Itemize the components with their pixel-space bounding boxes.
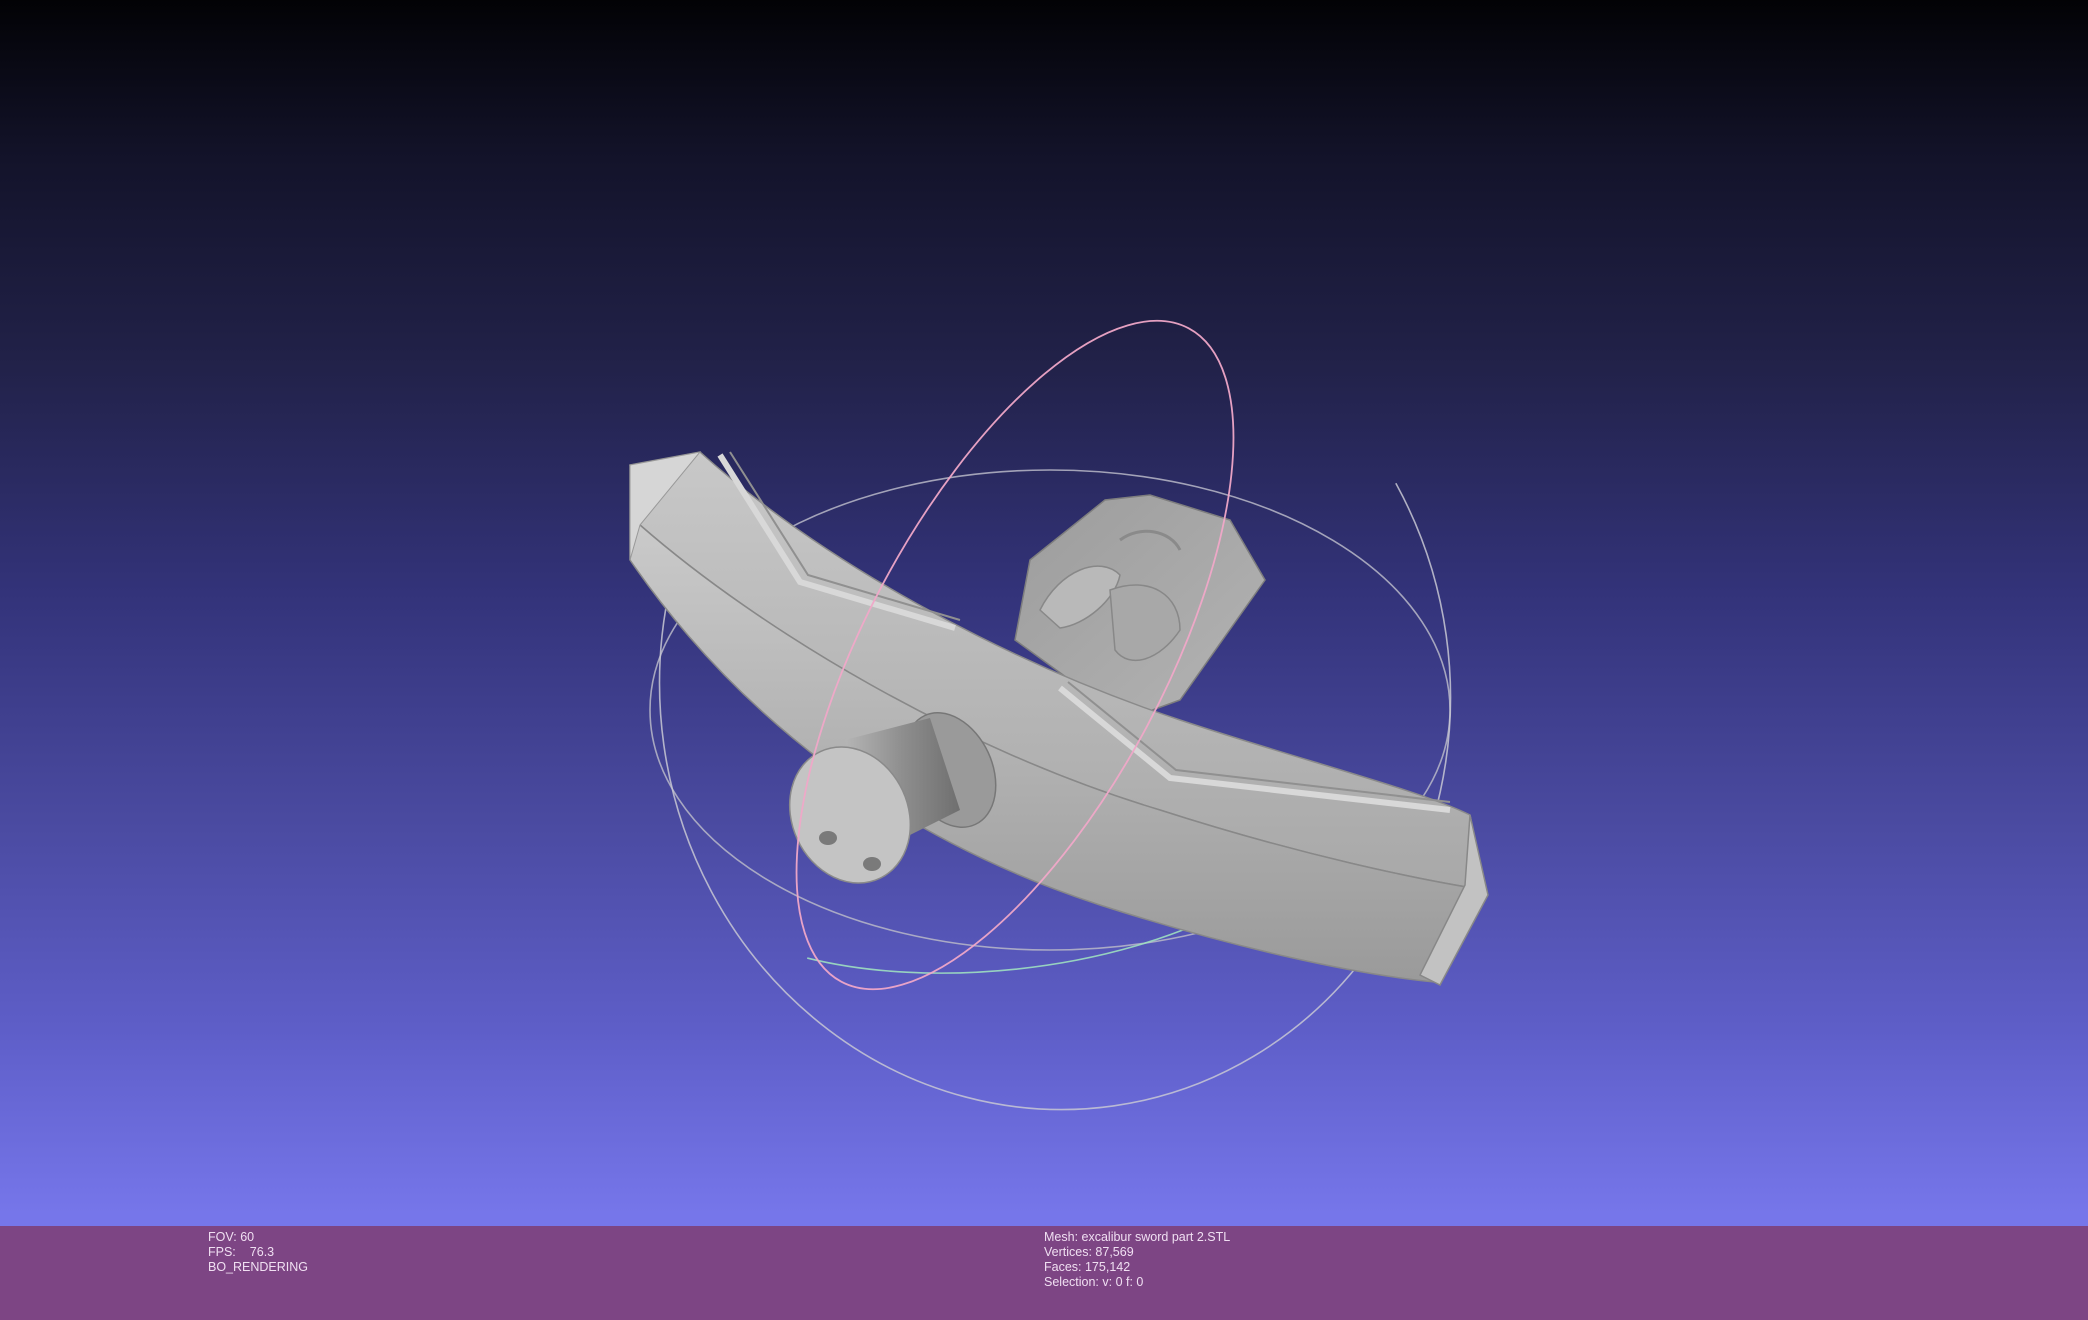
face-count: Faces: 175,142 [1044,1260,1131,1274]
fps-value: 76.3 [249,1245,275,1259]
pin-hole-right [863,857,881,871]
pin-hole-left [819,831,837,845]
selection-info: Selection: v: 0 f: 0 [1044,1275,1144,1289]
vertex-count: Vertices: 87,569 [1044,1245,1134,1259]
3d-viewport[interactable] [0,0,2088,1320]
mesh-info: Mesh: excalibur sword part 2.STL Vertice… [1044,1230,1230,1290]
3d-scene[interactable] [0,0,2088,1226]
fps-readout: FPS: 76.3 [208,1245,308,1260]
mesh-name: Mesh: excalibur sword part 2.STL [1044,1230,1231,1244]
fov-value: 60 [240,1230,255,1244]
crossguard-mesh [629,451,1489,986]
fov-label: FOV: [208,1230,237,1244]
fps-label: FPS: [208,1245,236,1259]
render-mode: BO_RENDERING [208,1260,309,1274]
render-info: FOV: 60 FPS: 76.3 BO_RENDERING [208,1230,308,1275]
fov-readout: FOV: 60 [208,1230,308,1245]
info-bar: FOV: 60 FPS: 76.3 BO_RENDERING Mesh: exca… [0,1226,2088,1320]
